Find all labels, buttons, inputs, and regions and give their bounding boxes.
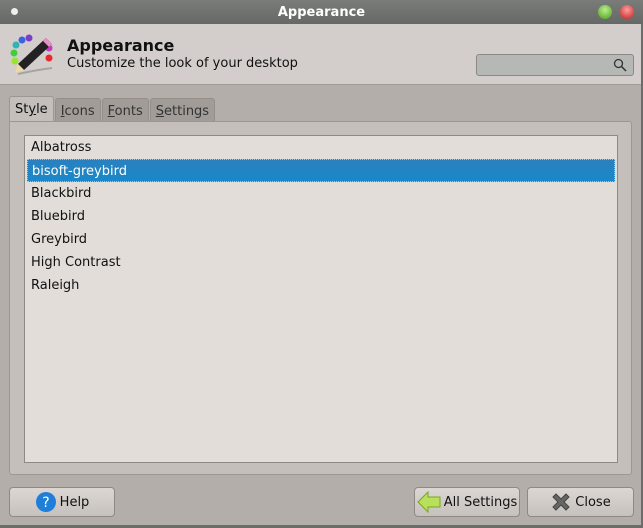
header-title: Appearance xyxy=(67,36,175,55)
appearance-logo-icon xyxy=(10,34,53,75)
list-item-selected[interactable]: bisoft-greybird xyxy=(27,159,615,182)
tab-bar: Style Icons Fonts Settings xyxy=(9,96,216,122)
help-label: Help xyxy=(59,494,90,510)
tab-style[interactable]: Style xyxy=(9,96,54,122)
all-settings-button[interactable]: All Settings xyxy=(414,487,520,517)
maximize-button[interactable] xyxy=(598,5,612,19)
list-item[interactable]: Albatross xyxy=(25,136,617,159)
style-panel: Albatross bisoft-greybird Blackbird Blue… xyxy=(9,121,632,475)
search-input[interactable] xyxy=(476,54,634,76)
title-bar: Appearance xyxy=(0,0,643,24)
window-title: Appearance xyxy=(277,5,366,20)
search-icon[interactable] xyxy=(613,58,627,72)
help-icon: ? xyxy=(35,492,56,512)
close-window-button[interactable] xyxy=(620,5,634,19)
svg-text:?: ? xyxy=(42,495,49,511)
window-menu-icon[interactable] xyxy=(11,8,18,15)
list-item[interactable]: Bluebird xyxy=(25,205,617,228)
list-item[interactable]: Raleigh xyxy=(25,274,617,297)
close-icon xyxy=(552,493,570,511)
back-arrow-icon xyxy=(416,491,441,513)
theme-list[interactable]: Albatross bisoft-greybird Blackbird Blue… xyxy=(24,135,618,463)
tab-fonts[interactable]: Fonts xyxy=(101,98,149,121)
tab-settings[interactable]: Settings xyxy=(149,98,216,121)
all-settings-label: All Settings xyxy=(443,494,518,510)
header: Appearance Customize the look of your de… xyxy=(0,24,641,85)
header-subtitle: Customize the look of your desktop xyxy=(67,56,298,71)
close-label: Close xyxy=(575,494,611,510)
close-button[interactable]: Close xyxy=(527,487,634,517)
help-button[interactable]: ? Help xyxy=(9,487,115,517)
list-item[interactable]: High Contrast xyxy=(25,251,617,274)
appearance-window: Appearance Customize the look of your de… xyxy=(0,24,641,525)
list-item[interactable]: Greybird xyxy=(25,228,617,251)
list-item[interactable]: Blackbird xyxy=(25,182,617,205)
tab-icons[interactable]: Icons xyxy=(54,98,101,121)
